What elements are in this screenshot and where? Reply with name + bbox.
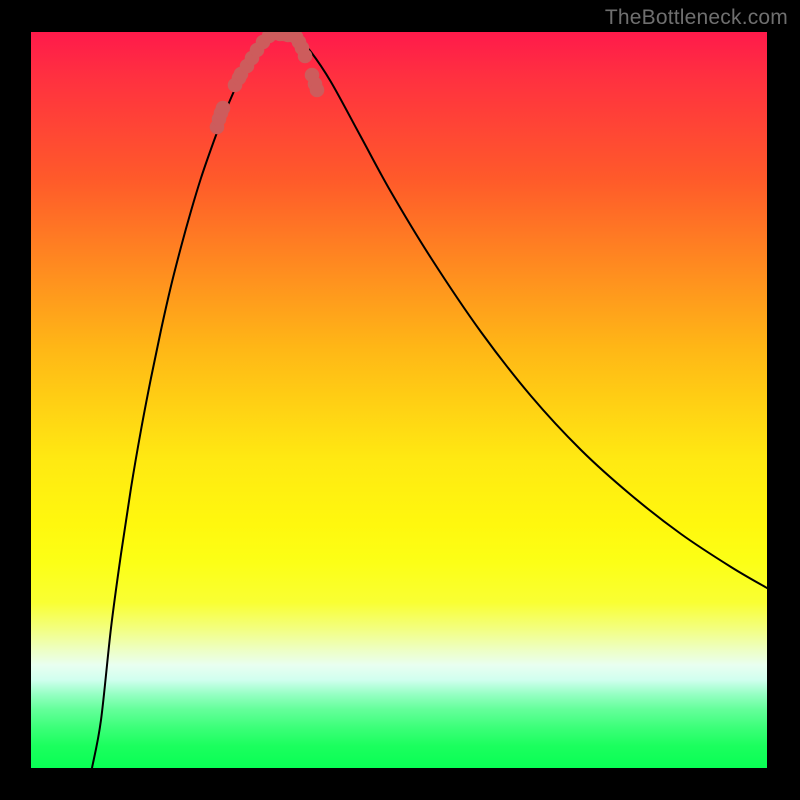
plot-area [31, 32, 767, 768]
data-point [216, 101, 231, 116]
curve-right-curve [274, 32, 767, 588]
data-point [310, 83, 325, 98]
data-point [298, 49, 313, 64]
curves-group [92, 32, 767, 768]
curve-left-curve [92, 32, 274, 768]
chart-stage: TheBottleneck.com [0, 0, 800, 800]
watermark-text: TheBottleneck.com [605, 6, 788, 30]
dots-group [210, 32, 325, 134]
chart-svg [31, 32, 767, 768]
